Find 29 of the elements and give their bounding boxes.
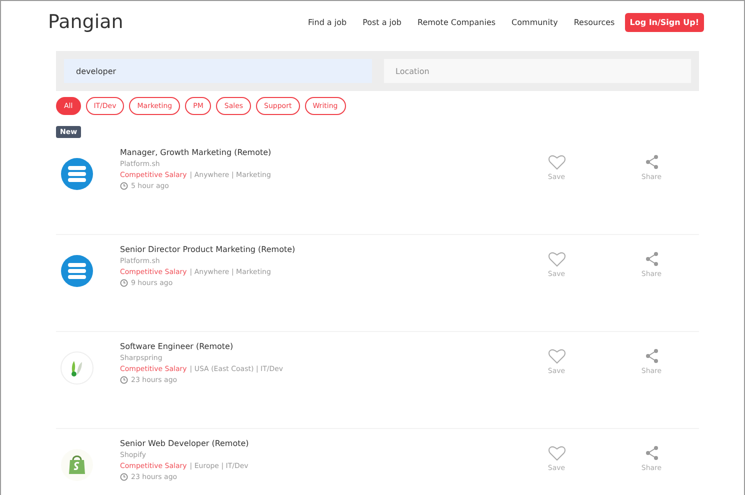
heart-icon: [548, 251, 566, 267]
login-button[interactable]: Log In/Sign Up!: [624, 12, 704, 32]
heart-icon: [548, 445, 566, 461]
heart-icon: [548, 348, 566, 364]
job-title[interactable]: Software Engineer (Remote): [120, 342, 509, 351]
share-icon: [644, 251, 660, 267]
nav-link[interactable]: Find a job: [308, 18, 347, 26]
clock-icon: [120, 182, 128, 190]
job-title[interactable]: Manager, Growth Marketing (Remote): [120, 148, 509, 157]
job-title[interactable]: Senior Director Product Marketing (Remote): [120, 245, 509, 254]
clock-icon: [120, 473, 128, 481]
share-icon: [644, 348, 660, 364]
clock-icon: [120, 279, 128, 287]
nav-link[interactable]: Resources: [574, 18, 615, 26]
stack-logo-icon: [60, 157, 94, 191]
nav-link[interactable]: Community: [512, 18, 558, 26]
stack-logo-icon: [60, 254, 94, 288]
nav-link[interactable]: Post a job: [362, 18, 402, 26]
share-icon: [644, 154, 660, 170]
heart-icon: [548, 154, 566, 170]
search-field[interactable]: developer: [64, 59, 372, 83]
location-field[interactable]: Location: [384, 59, 691, 83]
leaf-logo-icon: [60, 351, 94, 385]
job-title[interactable]: Senior Web Developer (Remote): [120, 439, 509, 448]
brand-logo[interactable]: Pangian: [48, 11, 292, 33]
nav-link[interactable]: Remote Companies: [418, 18, 496, 26]
shopping-bag-icon: [60, 448, 94, 482]
clock-icon: [120, 376, 128, 384]
share-icon: [644, 445, 660, 461]
